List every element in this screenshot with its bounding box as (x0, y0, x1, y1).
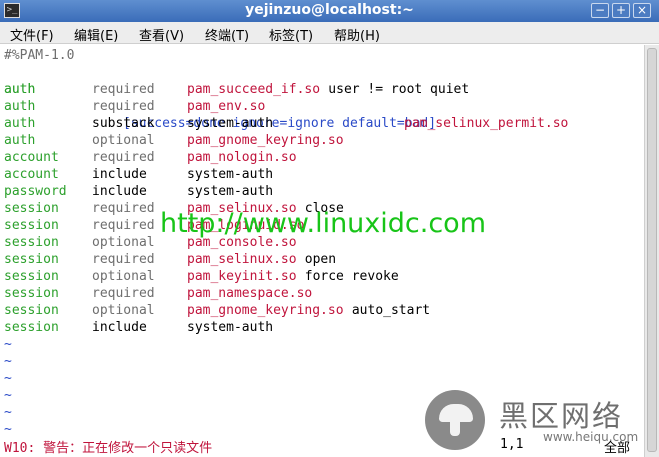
rule-control: optional (92, 269, 155, 284)
rule-module: pam_keyinit.so (187, 269, 297, 284)
rule-control: optional (92, 235, 155, 250)
vim-status-line: W10: 警告：正在修改一个只读文件 1,1 全部 (4, 437, 630, 456)
rule-args: user != root quiet (328, 82, 470, 97)
rule-type: account (4, 167, 59, 182)
rule-control: required (92, 150, 155, 165)
rule-module: pam_gnome_keyring.so (187, 303, 344, 318)
empty-line-marker: ~ (4, 422, 12, 437)
rule-type: session (4, 320, 59, 335)
window-titlebar[interactable]: >_ yejinzuo@localhost:~ − + × (0, 0, 659, 22)
rule-control: include (92, 167, 147, 182)
rule-control: include (92, 320, 147, 335)
rule-args: force revoke (304, 269, 399, 284)
mushroom-stem-icon (450, 420, 460, 436)
menu-file[interactable]: 文件(F) (10, 25, 54, 44)
maximize-button[interactable]: + (612, 3, 630, 18)
rule-type: auth (4, 116, 36, 131)
watermark-text: http://www.linuxidc.com (160, 208, 487, 239)
pam-rule-line: auth [success=done ignore=ignore default… (4, 64, 568, 131)
menu-help[interactable]: 帮助(H) (334, 25, 380, 44)
rule-module: system-auth (187, 116, 274, 131)
rule-control: required (92, 201, 155, 216)
rule-module: pam_selinux_permit.so (404, 116, 569, 131)
readonly-warning: W10: 警告：正在修改一个只读文件 (4, 441, 213, 456)
rule-control: required (92, 218, 155, 233)
empty-line-marker: ~ (4, 337, 12, 352)
menu-edit[interactable]: 编辑(E) (74, 25, 118, 44)
rule-control: required (92, 252, 155, 267)
site-logo: 黑区网络 www.heiqu.com (425, 390, 657, 452)
menu-view[interactable]: 查看(V) (139, 25, 184, 44)
rule-control: required (92, 82, 155, 97)
rule-module: pam_selinux.so (187, 252, 297, 267)
logo-url: www.heiqu.com (543, 430, 639, 444)
rule-type: account (4, 150, 59, 165)
rule-type: auth (4, 99, 36, 114)
rule-type: auth (4, 133, 36, 148)
rule-type: auth (4, 82, 36, 97)
rule-control: include (92, 184, 147, 199)
rule-module: pam_gnome_keyring.so (187, 133, 344, 148)
rule-module: pam_nologin.so (187, 150, 297, 165)
close-button[interactable]: × (633, 3, 651, 18)
rule-type: session (4, 235, 59, 250)
rule-type: password (4, 184, 67, 199)
rule-module: pam_namespace.so (187, 286, 313, 301)
rule-args: open (304, 252, 337, 267)
rule-args: auto_start (351, 303, 431, 318)
rule-control: substack (92, 116, 155, 131)
minimize-button[interactable]: − (591, 3, 609, 18)
logo-name: 黑区网络 (499, 399, 624, 433)
rule-type: session (4, 252, 59, 267)
rule-module: system-auth (187, 167, 274, 182)
menu-terminal[interactable]: 终端(T) (205, 25, 249, 44)
menu-tabs[interactable]: 标签(T) (269, 25, 313, 44)
empty-line-marker: ~ (4, 354, 12, 369)
rule-type: session (4, 286, 59, 301)
rule-module: pam_env.so (187, 99, 266, 114)
rule-module: system-auth (187, 184, 274, 199)
rule-module: pam_succeed_if.so (187, 82, 321, 97)
rule-module: system-auth (187, 320, 274, 335)
rule-type: session (4, 201, 59, 216)
pam-header-line: #%PAM-1.0 (4, 48, 75, 63)
rule-control: optional (92, 133, 155, 148)
empty-line-marker: ~ (4, 405, 12, 420)
rule-control: required (92, 286, 155, 301)
rule-type: session (4, 218, 59, 233)
empty-line-marker: ~ (4, 388, 12, 403)
rule-type: session (4, 269, 59, 284)
rule-type: session (4, 303, 59, 318)
empty-line-marker: ~ (4, 371, 12, 386)
menubar: 文件(F) 编辑(E) 查看(V) 终端(T) 标签(T) 帮助(H) (0, 22, 659, 44)
rule-control: optional (92, 303, 155, 318)
rule-control: required (92, 99, 155, 114)
window-title: yejinzuo@localhost:~ (245, 2, 414, 18)
